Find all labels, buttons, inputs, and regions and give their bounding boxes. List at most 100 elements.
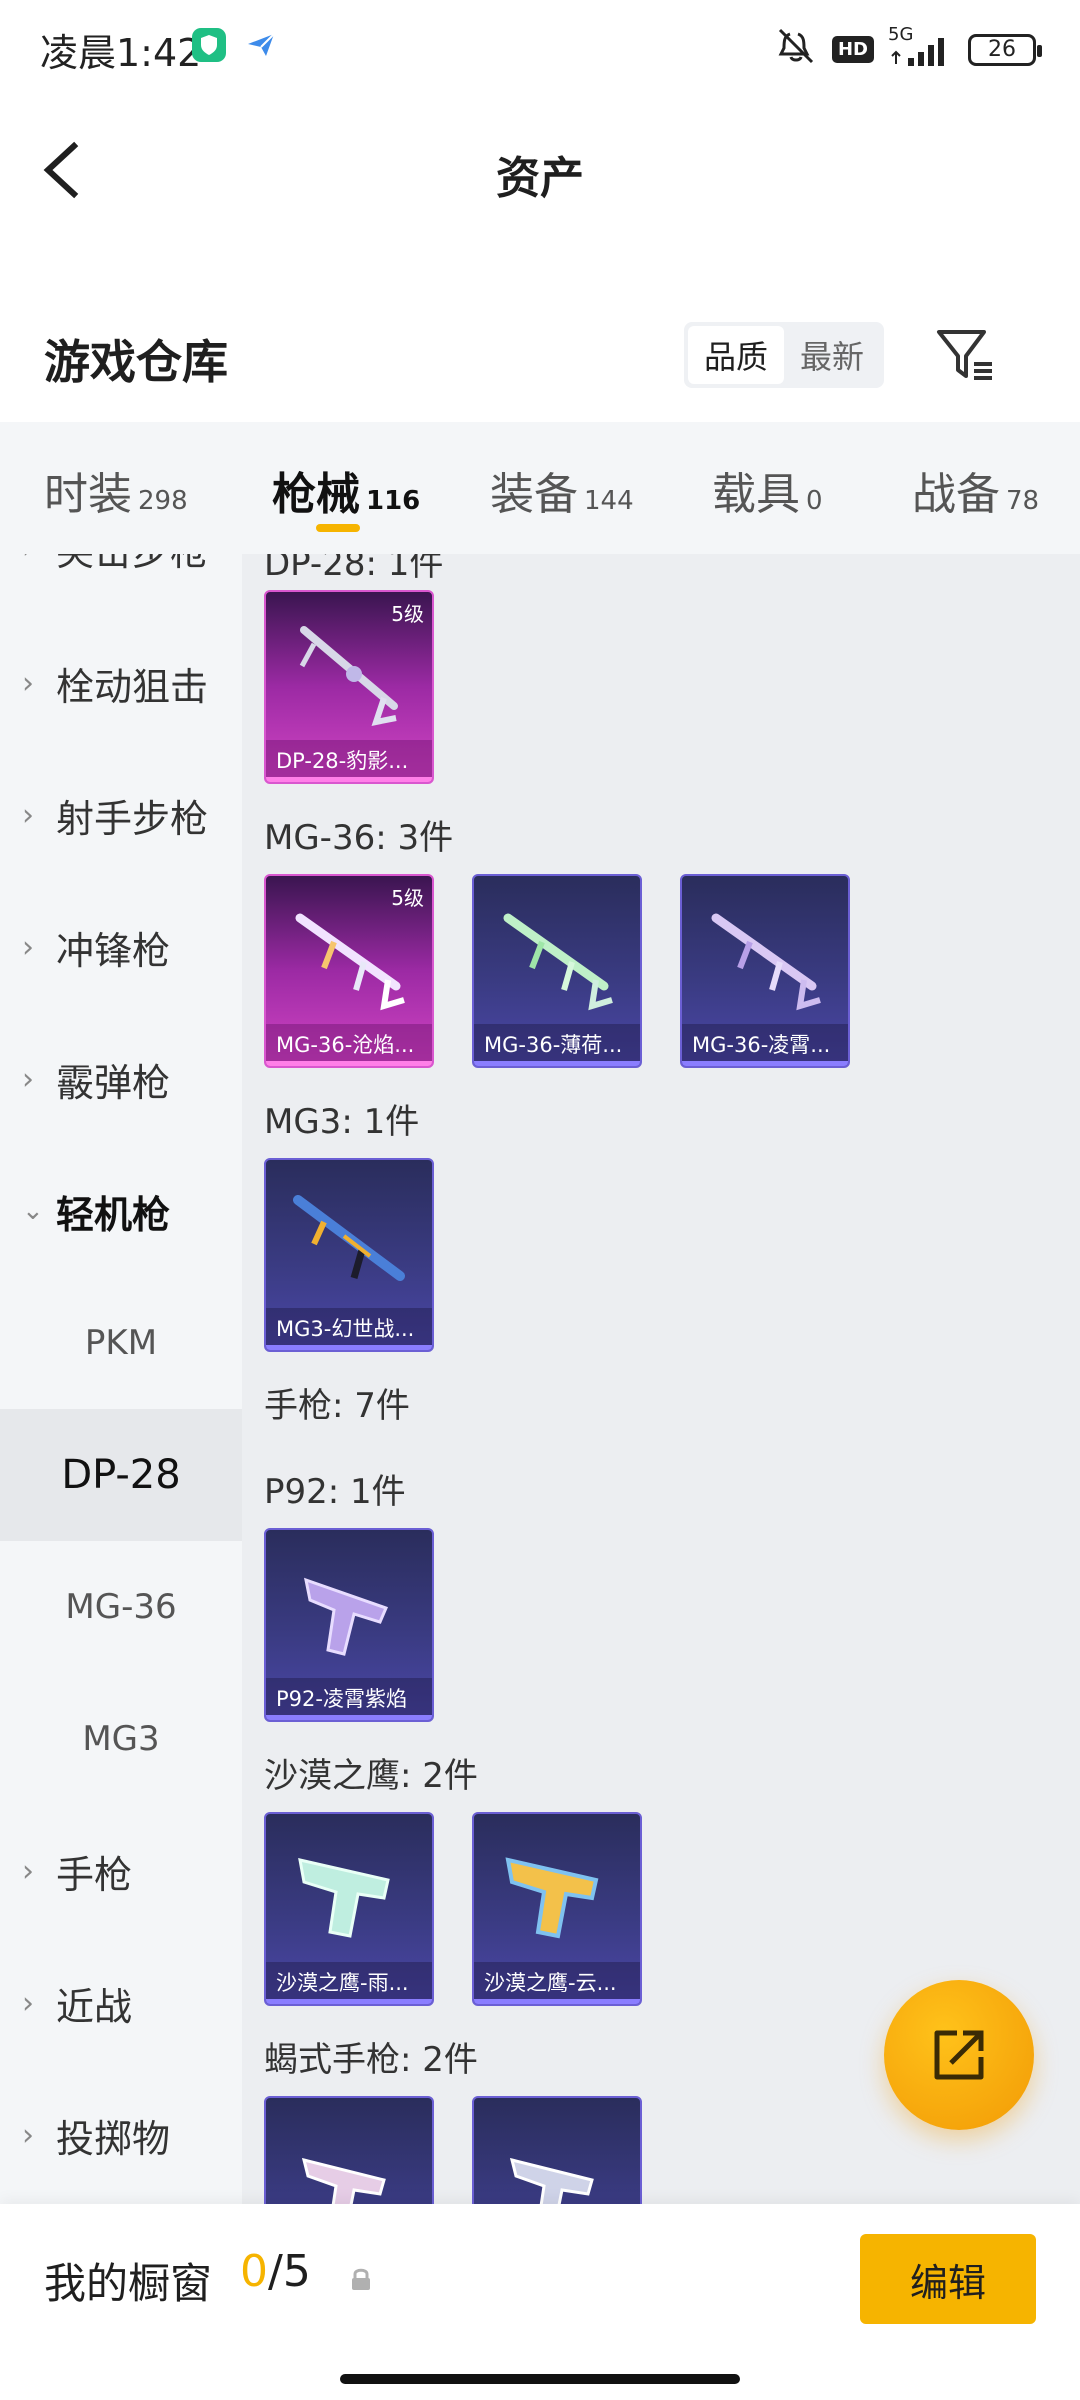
sidebar-subitem-mg36[interactable]: MG-36 xyxy=(0,1541,242,1673)
weapon-card-scorpion-1[interactable] xyxy=(264,2096,434,2204)
tab-count: 298 xyxy=(138,486,188,516)
sidebar-item-bolt-sniper[interactable]: › 栓动狙击 xyxy=(0,617,242,749)
pistol-icon xyxy=(509,2157,594,2204)
pistol-icon xyxy=(298,1858,390,1938)
weapon-skin-list[interactable]: DP-28: 1件 5级 DP-28-豹影... MG-36: 3件 5级 MG… xyxy=(242,554,1080,2204)
edit-button[interactable]: 编辑 xyxy=(860,2234,1036,2324)
warehouse-title: 游戏仓库 xyxy=(44,335,228,389)
rarity-bar xyxy=(474,1999,640,2004)
home-indicator[interactable] xyxy=(340,2374,740,2384)
sidebar-subitem-dp28[interactable]: DP-28 xyxy=(0,1409,242,1541)
active-tab-indicator xyxy=(316,524,360,532)
rifle-icon xyxy=(503,913,613,1011)
card-name: 沙漠之鹰-云... xyxy=(474,1962,640,2004)
tab-outfits[interactable]: 时装 298 xyxy=(44,458,188,522)
tab-supplies[interactable]: 战备 78 xyxy=(912,458,1039,522)
sidebar-subitem-pkm[interactable]: PKM xyxy=(0,1277,242,1409)
mute-icon xyxy=(774,26,818,73)
battery-indicator: 26 xyxy=(968,33,1042,66)
warehouse-row: 游戏仓库 品质 最新 xyxy=(0,300,1080,420)
sidebar-item-label: 突击步枪 xyxy=(56,554,208,576)
tab-count: 0 xyxy=(806,486,823,516)
card-name: P92-凌霄紫焰 xyxy=(266,1678,432,1720)
page-title: 资产 xyxy=(496,153,584,204)
tab-label: 装备 xyxy=(490,469,578,520)
share-icon xyxy=(934,2030,984,2080)
sidebar-item-label: 手枪 xyxy=(56,1852,133,1897)
weapon-card-mg36-3[interactable]: MG-36-凌霄... xyxy=(680,874,850,1068)
group-label-p92: P92: 1件 xyxy=(264,1472,406,1512)
rarity-bar xyxy=(682,1061,848,1066)
tab-count: 116 xyxy=(366,486,421,516)
weapon-card-desert-eagle-2[interactable]: 沙漠之鹰-云... xyxy=(472,1812,642,2006)
card-name: MG-36-沧焰... xyxy=(266,1024,432,1066)
rarity-bar xyxy=(266,1345,432,1350)
chevron-right-icon: › xyxy=(22,1061,34,1097)
sidebar-item-pistol[interactable]: › 手枪 xyxy=(0,1805,242,1937)
chevron-right-icon: › xyxy=(22,665,34,701)
rarity-bar xyxy=(266,1715,432,1720)
chevron-down-icon: ⌄ xyxy=(22,1196,44,1226)
chevron-right-icon: › xyxy=(22,929,34,965)
card-name: MG-36-凌霄... xyxy=(682,1024,848,1066)
tab-vehicles[interactable]: 载具 0 xyxy=(712,458,823,522)
group-label-mg36: MG-36: 3件 xyxy=(264,818,454,858)
rarity-bar xyxy=(266,1999,432,2004)
group-label-scorpion: 蝎式手枪: 2件 xyxy=(264,2040,478,2080)
sidebar-item-throwable[interactable]: › 投掷物 xyxy=(0,2069,242,2201)
sidebar-subitem-mg3[interactable]: MG3 xyxy=(0,1673,242,1805)
sidebar-item-smg[interactable]: › 冲锋枪 xyxy=(0,881,242,1013)
lock-icon xyxy=(352,2268,370,2290)
weapon-type-sidebar[interactable]: › 突击步枪 › 栓动狙击 › 射手步枪 › 冲锋枪 › 霰弹枪 ⌄ 轻机枪 P… xyxy=(0,554,242,2204)
weapon-card-desert-eagle-1[interactable]: 沙漠之鹰-雨... xyxy=(264,1812,434,2006)
sort-latest-button[interactable]: 最新 xyxy=(784,326,880,384)
filter-icon xyxy=(937,330,992,380)
pistol-icon xyxy=(505,1857,599,1939)
tab-label: 载具 xyxy=(712,469,800,520)
rifle-icon xyxy=(711,913,821,1011)
tab-firearms[interactable]: 枪械 116 xyxy=(272,458,420,522)
showcase-title: 我的橱窗 xyxy=(44,2259,213,2308)
tab-label: 时装 xyxy=(44,469,132,520)
pistol-icon xyxy=(301,2157,386,2204)
chevron-right-icon: › xyxy=(22,2117,34,2153)
weapon-card-scorpion-2[interactable] xyxy=(472,2096,642,2204)
chevron-right-icon: › xyxy=(22,797,34,833)
sidebar-item-label: 投掷物 xyxy=(56,2116,171,2161)
showcase-current: 0 xyxy=(240,2246,268,2297)
lmg-icon xyxy=(293,1195,405,1281)
weapon-card-mg36-1[interactable]: 5级 MG-36-沧焰... xyxy=(264,874,434,1068)
showcase-bar: 我的橱窗 0/5 编辑 xyxy=(0,2204,1080,2400)
header: 资产 xyxy=(0,96,1080,246)
sidebar-item-shotgun[interactable]: › 霰弹枪 xyxy=(0,1013,242,1145)
sidebar-item-melee[interactable]: › 近战 xyxy=(0,1937,242,2069)
chevron-right-icon: › xyxy=(22,1985,34,2021)
weapon-card-mg36-2[interactable]: MG-36-薄荷... xyxy=(472,874,642,1068)
card-level: 5级 xyxy=(391,886,424,910)
pistol-icon xyxy=(304,1577,389,1656)
group-label-dp28: DP-28: 1件 xyxy=(264,554,444,584)
sidebar-item-assault-rifle[interactable]: › 突击步枪 xyxy=(0,554,242,614)
sidebar-item-lmg[interactable]: ⌄ 轻机枪 xyxy=(0,1145,242,1277)
weapon-card-mg3[interactable]: MG3-幻世战... xyxy=(264,1158,434,1352)
sidebar-item-label: 射手步枪 xyxy=(56,796,209,841)
share-button[interactable] xyxy=(884,1980,1034,2130)
group-label-desert-eagle: 沙漠之鹰: 2件 xyxy=(264,1756,478,1796)
sort-quality-button[interactable]: 品质 xyxy=(688,326,784,384)
filter-button[interactable] xyxy=(934,324,996,386)
card-name: 沙漠之鹰-雨... xyxy=(266,1962,432,2004)
chevron-right-icon: › xyxy=(22,1853,34,1889)
card-name: DP-28-豹影... xyxy=(266,740,432,782)
status-bar: 凌晨1:42 HD 5G 26 xyxy=(0,0,1080,96)
shield-app-icon xyxy=(192,28,226,62)
sidebar-item-label: 霰弹枪 xyxy=(56,1060,171,1105)
tab-label: 战备 xyxy=(912,469,1000,520)
sidebar-item-marksman-rifle[interactable]: › 射手步枪 xyxy=(0,749,242,881)
weapon-card-dp28[interactable]: 5级 DP-28-豹影... xyxy=(264,590,434,784)
weapon-card-p92[interactable]: P92-凌霄紫焰 xyxy=(264,1528,434,1722)
rarity-bar xyxy=(266,1061,432,1066)
status-time: 凌晨1:42 xyxy=(40,31,202,75)
tab-equipment[interactable]: 装备 144 xyxy=(490,458,634,522)
card-name: MG3-幻世战... xyxy=(266,1308,432,1350)
sort-toggle: 品质 最新 xyxy=(684,322,884,388)
